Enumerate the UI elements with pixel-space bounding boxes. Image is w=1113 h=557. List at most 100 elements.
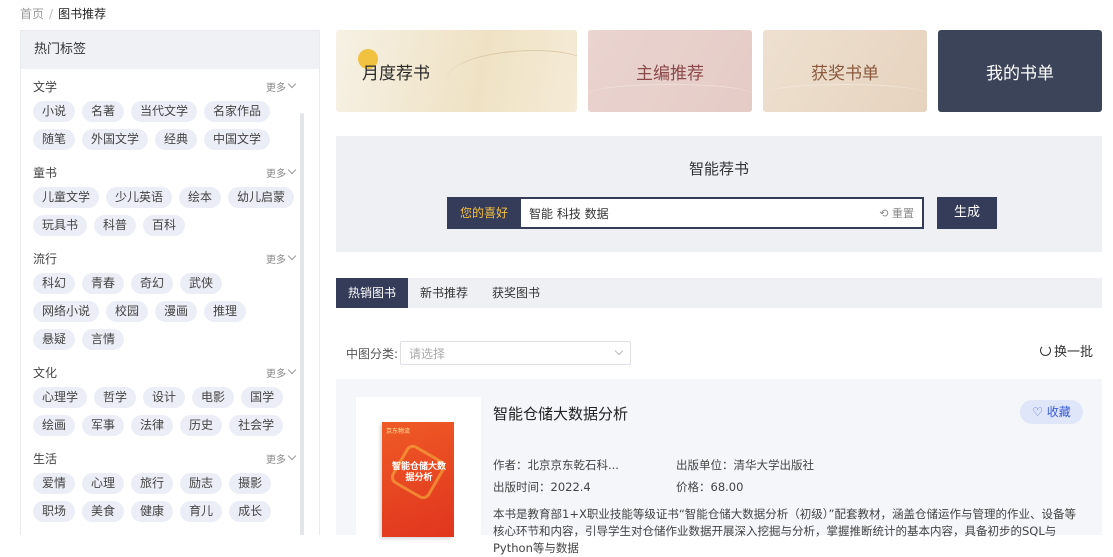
tag-category-title: 流行 xyxy=(33,251,58,266)
more-button[interactable]: 更多 xyxy=(266,451,297,466)
banner-editor[interactable]: 主编推荐 xyxy=(588,30,752,112)
book-card: 京东物流 智能仓储大数据分析 智能仓储大数据分析 ♡ 收藏 作者：北京京东乾石科… xyxy=(336,379,1102,555)
tag-chip[interactable]: 科普 xyxy=(94,215,137,236)
banner-award[interactable]: 获奖书单 xyxy=(763,30,927,112)
reset-button[interactable]: ⟲ 重置 xyxy=(879,205,914,221)
more-label: 更多 xyxy=(266,368,286,380)
banner-row: 月度荐书 主编推荐 获奖书单 我的书单 xyxy=(336,30,1102,112)
tag-chip[interactable]: 电影 xyxy=(192,387,235,408)
preference-label: 您的喜好 xyxy=(447,197,521,229)
tag-chip[interactable]: 摄影 xyxy=(229,473,272,494)
breadcrumb-current: 图书推荐 xyxy=(58,7,107,21)
tag-chip[interactable]: 哲学 xyxy=(94,387,137,408)
tag-chip[interactable]: 当代文学 xyxy=(131,101,198,122)
tag-chip[interactable]: 设计 xyxy=(143,387,186,408)
tag-chip[interactable]: 名家作品 xyxy=(204,101,271,122)
tag-chip[interactable]: 绘本 xyxy=(179,187,222,208)
chevron-down-icon xyxy=(614,346,624,356)
tab-new-books[interactable]: 新书推荐 xyxy=(408,278,480,308)
book-cover-frame[interactable]: 京东物流 智能仓储大数据分析 xyxy=(356,397,481,537)
breadcrumb-home[interactable]: 首页 xyxy=(20,7,44,21)
tag-chip[interactable]: 外国文学 xyxy=(82,129,149,150)
tag-chip[interactable]: 成长 xyxy=(229,501,272,522)
tag-chip[interactable]: 职场 xyxy=(33,501,76,522)
preference-value: 智能 科技 数据 xyxy=(529,206,609,221)
tag-chip[interactable]: 幼儿启蒙 xyxy=(228,187,295,208)
tag-chip[interactable]: 法律 xyxy=(131,415,174,436)
tag-list: 心理学 哲学 设计 电影 国学绘画 军事 法律 历史 社会学 xyxy=(33,387,295,436)
banner-my-list[interactable]: 我的书单 xyxy=(938,30,1102,112)
breadcrumb-separator: / xyxy=(49,7,54,21)
tag-chip[interactable]: 育儿 xyxy=(180,501,223,522)
book-cover: 京东物流 智能仓储大数据分析 xyxy=(382,422,454,537)
chevron-down-icon xyxy=(287,251,297,261)
tag-chip[interactable]: 武侠 xyxy=(180,273,223,294)
tag-chip[interactable]: 爱情 xyxy=(33,473,76,494)
tag-chip[interactable]: 百科 xyxy=(143,215,186,236)
book-title[interactable]: 智能仓储大数据分析 xyxy=(493,403,628,424)
generate-button[interactable]: 生成 xyxy=(937,197,997,229)
hot-tags-title: 热门标签 xyxy=(21,31,319,69)
tag-chip[interactable]: 网络小说 xyxy=(33,301,100,322)
tag-chip[interactable]: 军事 xyxy=(82,415,125,436)
tag-chip[interactable]: 少儿英语 xyxy=(106,187,173,208)
sidebar-scrollbar[interactable] xyxy=(300,113,304,535)
classification-select[interactable]: 请选择 xyxy=(400,341,632,365)
tag-chip[interactable]: 青春 xyxy=(82,273,125,294)
tag-chip[interactable]: 名著 xyxy=(82,101,125,122)
favorite-button[interactable]: ♡ 收藏 xyxy=(1020,400,1083,424)
tag-chip[interactable]: 国学 xyxy=(241,387,284,408)
more-label: 更多 xyxy=(266,82,286,94)
tag-chip[interactable]: 校园 xyxy=(106,301,149,322)
refresh-label: 换一批 xyxy=(1054,345,1094,360)
tag-chip[interactable]: 随笔 xyxy=(33,129,76,150)
book-description: 本书是教育部1+X职业技能等级证书“智能仓储大数据分析（初级）”配套教材，涵盖仓… xyxy=(493,507,1076,555)
tag-chip[interactable]: 健康 xyxy=(131,501,174,522)
tag-category-header: 童书 更多 xyxy=(33,157,297,187)
tab-hot-sales[interactable]: 热销图书 xyxy=(336,278,409,308)
tag-chip[interactable]: 历史 xyxy=(180,415,223,436)
tag-chip[interactable]: 心理学 xyxy=(33,387,88,408)
preference-input[interactable]: 智能 科技 数据 ⟲ 重置 xyxy=(521,197,924,229)
banner-monthly[interactable]: 月度荐书 xyxy=(336,30,577,112)
tag-chip[interactable]: 小说 xyxy=(33,101,76,122)
book-tabs: 热销图书 新书推荐 获奖图书 xyxy=(336,278,1102,308)
more-button[interactable]: 更多 xyxy=(266,251,297,266)
tag-category-title: 文学 xyxy=(33,79,58,94)
tag-chip[interactable]: 漫画 xyxy=(155,301,198,322)
refresh-batch-button[interactable]: 换一批 xyxy=(1040,341,1093,360)
more-button[interactable]: 更多 xyxy=(266,365,297,380)
tag-chip[interactable]: 奇幻 xyxy=(131,273,174,294)
tag-chip[interactable]: 玩具书 xyxy=(33,215,88,236)
banner-award-label: 获奖书单 xyxy=(811,63,879,84)
tag-category: 生活 更多 爱情 心理 旅行 励志 摄影 职场 美食 健康 育儿 成长 xyxy=(33,443,297,522)
reset-label: 重置 xyxy=(892,207,914,220)
tag-chip[interactable]: 科幻 xyxy=(33,273,76,294)
book-price: 价格：68.00 xyxy=(676,480,744,494)
cover-publisher-mark: 京东物流 xyxy=(386,428,411,435)
tag-chip[interactable]: 心理 xyxy=(82,473,125,494)
tag-chip[interactable]: 中国文学 xyxy=(204,129,271,150)
tag-chip[interactable]: 美食 xyxy=(82,501,125,522)
tag-chip[interactable]: 经典 xyxy=(155,129,198,150)
more-label: 更多 xyxy=(266,168,286,180)
tab-award-books[interactable]: 获奖图书 xyxy=(480,278,552,308)
tag-category: 文学 更多小说 名著 当代文学 名家作品随笔 外国文学 经典 中国文学 xyxy=(33,71,297,150)
tag-chip[interactable]: 悬疑 xyxy=(33,329,76,350)
tag-chip[interactable]: 励志 xyxy=(180,473,223,494)
banner-monthly-label: 月度荐书 xyxy=(362,63,430,84)
more-button[interactable]: 更多 xyxy=(266,165,297,180)
tag-category: 文化 更多心理学 哲学 设计 电影 国学绘画 军事 法律 历史 社会学 xyxy=(33,357,297,436)
tag-chip[interactable]: 绘画 xyxy=(33,415,76,436)
more-button[interactable]: 更多 xyxy=(266,79,297,94)
book-date: 出版时间：2022.4 xyxy=(493,480,591,494)
tag-category: 流行 更多科幻 青春 奇幻 武侠网络小说 校园 漫画 推理悬疑 言情 xyxy=(33,243,297,350)
filter-label: 中图分类: xyxy=(346,346,399,361)
tag-chip[interactable]: 社会学 xyxy=(229,415,284,436)
tag-category-title: 文化 xyxy=(33,365,58,380)
tag-chip[interactable]: 旅行 xyxy=(131,473,174,494)
tag-chip[interactable]: 言情 xyxy=(82,329,125,350)
tag-chip[interactable]: 推理 xyxy=(204,301,247,322)
tag-chip[interactable]: 儿童文学 xyxy=(33,187,100,208)
smart-recommend-panel: 智能荐书 您的喜好 智能 科技 数据 ⟲ 重置 生成 xyxy=(336,136,1102,252)
